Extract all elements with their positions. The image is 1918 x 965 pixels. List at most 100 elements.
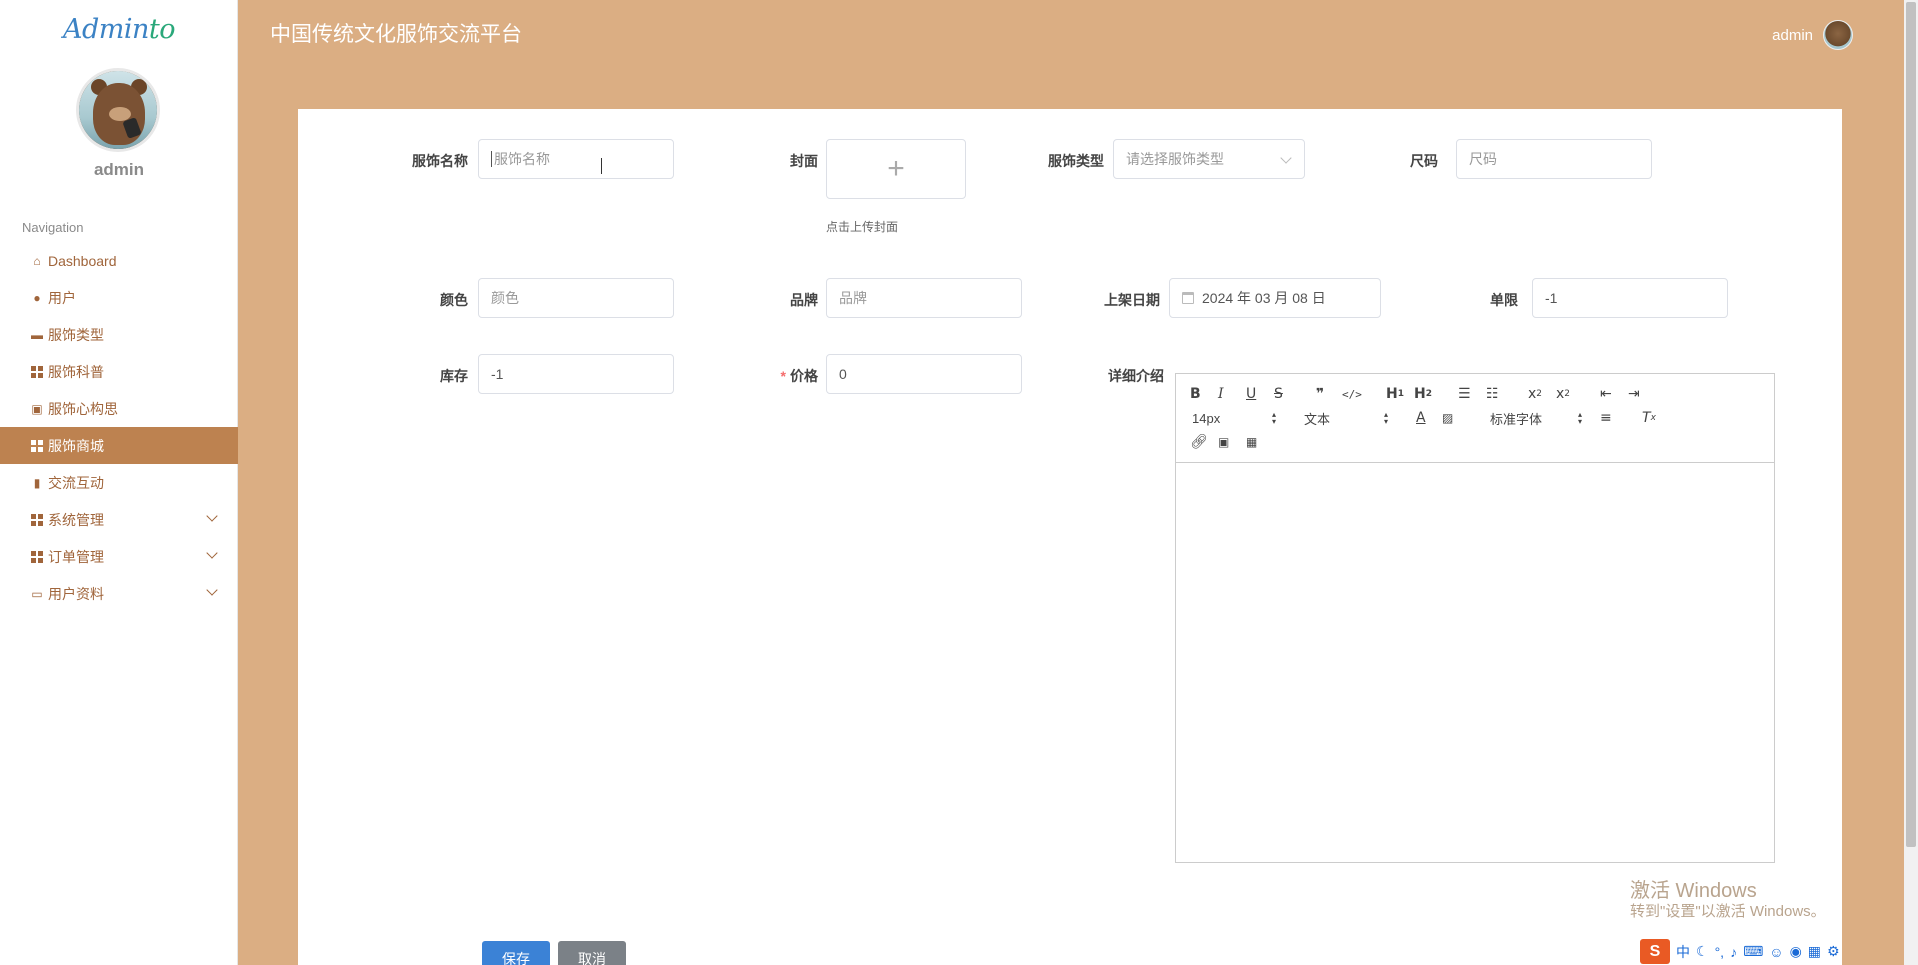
font-color-icon[interactable]: A <box>1416 408 1426 428</box>
moon-icon[interactable]: ☾ <box>1696 943 1709 960</box>
punctuation-icon[interactable]: °, <box>1715 944 1725 960</box>
keyboard-icon[interactable]: ⌨ <box>1743 943 1763 960</box>
detail-label: 详细介绍 <box>1108 368 1164 384</box>
clipboard-icon: ▣ <box>31 401 43 416</box>
indent-icon[interactable]: ⇥ <box>1628 384 1640 404</box>
sogou-ime-icon[interactable]: S <box>1640 939 1670 964</box>
sidebar-item-users[interactable]: ● 用户 <box>0 279 238 316</box>
updown-icon: ▴ ▾ <box>1383 410 1388 426</box>
id-card-icon: ▭ <box>31 586 43 601</box>
brand-input[interactable]: 品牌 <box>826 278 1022 318</box>
heading1-icon[interactable]: H1 <box>1386 384 1404 404</box>
sidebar-avatar[interactable] <box>76 68 160 152</box>
sidebar-item-label: 订单管理 <box>48 548 104 565</box>
app-logo[interactable]: Adminto <box>0 14 238 45</box>
price-input[interactable]: 0 <box>826 354 1022 394</box>
image-icon[interactable]: ▣ <box>1218 432 1229 452</box>
calendar-icon <box>1182 292 1194 304</box>
sidebar-nav: ⌂ Dashboard ● 用户 ▬ 服饰类型 服饰科普 ▣ 服饰心构思 服饰商… <box>0 242 238 612</box>
clear-format-icon[interactable]: Tx <box>1642 408 1656 428</box>
grid-icon <box>30 513 44 527</box>
sidebar-item-label: 服饰心构思 <box>48 400 118 417</box>
sidebar-item-clothing-mall[interactable]: 服饰商城 <box>0 427 238 464</box>
chevron-down-icon <box>206 547 218 559</box>
date-value: 2024 年 03 月 08 日 <box>1202 290 1326 306</box>
font-size-select[interactable]: 14px ▴ ▾ <box>1192 408 1276 428</box>
ordered-list-icon[interactable]: ☰ <box>1458 384 1471 404</box>
sidebar-username: admin <box>93 160 145 179</box>
align-icon[interactable]: ≡ <box>1600 408 1612 428</box>
save-button[interactable]: 保存 <box>482 941 550 965</box>
type-select[interactable]: 请选择服饰类型 <box>1113 139 1305 179</box>
sidebar-item-clothing-types[interactable]: ▬ 服饰类型 <box>0 316 238 353</box>
stock-input[interactable]: -1 <box>478 354 674 394</box>
sidebar-item-system[interactable]: 系统管理 <box>0 501 238 538</box>
font-size-value: 14px <box>1192 410 1221 426</box>
user-icon: ● <box>33 290 41 305</box>
sidebar-item-label: Dashboard <box>48 252 117 269</box>
background-color-icon[interactable]: ▨ <box>1442 408 1453 428</box>
price-value: 0 <box>839 366 847 382</box>
code-block-icon[interactable]: </> <box>1342 384 1362 404</box>
header-user-menu[interactable]: admin <box>1772 20 1853 50</box>
page-title: 中国传统文化服饰交流平台 <box>270 23 522 46</box>
block-type-value: 文本 <box>1304 411 1331 427</box>
sidebar-item-orders[interactable]: 订单管理 <box>0 538 238 575</box>
size-label: 尺码 <box>1410 153 1438 169</box>
block-type-select[interactable]: 文本 ▴ ▾ <box>1304 408 1388 428</box>
editor-content-area[interactable] <box>1176 463 1774 862</box>
gear-icon[interactable]: ⚙ <box>1827 943 1840 960</box>
strikethrough-icon[interactable]: S <box>1274 384 1283 404</box>
avatar[interactable] <box>1823 20 1853 50</box>
cover-upload-button[interactable]: + <box>826 139 966 199</box>
page-scrollbar[interactable] <box>1904 0 1918 965</box>
bold-icon[interactable]: B <box>1190 384 1201 404</box>
sidebar-item-clothing-knowledge[interactable]: 服饰科普 <box>0 353 238 390</box>
skin-icon[interactable]: ☺ <box>1769 944 1783 960</box>
outdent-icon[interactable]: ⇤ <box>1600 384 1612 404</box>
blockquote-icon[interactable]: ❞ <box>1316 384 1324 404</box>
type-placeholder: 请选择服饰类型 <box>1126 151 1224 167</box>
sidebar-item-label: 用户资料 <box>48 585 104 602</box>
subscript-icon[interactable]: x2 <box>1528 384 1542 404</box>
date-picker[interactable]: 2024 年 03 月 08 日 <box>1169 278 1381 318</box>
size-placeholder: 尺码 <box>1469 151 1497 167</box>
brand-label: 品牌 <box>790 292 818 308</box>
cancel-button[interactable]: 取消 <box>558 941 626 965</box>
sidebar: Adminto admin Navigation ⌂ Dashboard ● 用… <box>0 0 238 965</box>
scrollbar-thumb[interactable] <box>1906 2 1916 847</box>
sidebar-item-dashboard[interactable]: ⌂ Dashboard <box>0 242 238 279</box>
link-icon[interactable]: 🔗︎ <box>1190 432 1208 452</box>
limit-input[interactable]: -1 <box>1532 278 1728 318</box>
font-family-select[interactable]: 标准字体 ▴ ▾ <box>1490 408 1582 428</box>
grid-icon <box>30 439 44 453</box>
required-mark: * <box>780 368 786 384</box>
price-label-text: 价格 <box>790 368 818 384</box>
grid-icon[interactable]: ▦ <box>1808 943 1821 960</box>
color-input[interactable]: 颜色 <box>478 278 674 318</box>
gamepad-icon[interactable]: ◉ <box>1790 943 1802 960</box>
text-cursor-icon <box>601 158 608 174</box>
sidebar-item-profile[interactable]: ▭ 用户资料 <box>0 575 238 612</box>
superscript-icon[interactable]: x2 <box>1556 384 1570 404</box>
name-label: 服饰名称 <box>412 153 468 169</box>
underline-icon[interactable]: U <box>1246 384 1256 404</box>
italic-icon[interactable]: I <box>1218 384 1224 404</box>
type-label: 服饰类型 <box>1048 153 1104 169</box>
size-input[interactable]: 尺码 <box>1456 139 1652 179</box>
cover-upload-tip: 点击上传封面 <box>826 220 899 234</box>
heading2-icon[interactable]: H2 <box>1414 384 1432 404</box>
sidebar-item-label: 用户 <box>48 289 76 306</box>
video-icon[interactable]: ▦ <box>1246 432 1257 452</box>
sidebar-item-label: 交流互动 <box>48 474 104 491</box>
microphone-icon[interactable]: ♪ <box>1730 944 1737 960</box>
grid-icon <box>30 550 44 564</box>
sidebar-item-label: 服饰商城 <box>48 437 104 454</box>
ime-mode-label[interactable]: 中 <box>1676 942 1690 962</box>
sidebar-item-label: 服饰科普 <box>48 363 104 380</box>
sidebar-item-interaction[interactable]: ▮ 交流互动 <box>0 464 238 501</box>
name-input[interactable]: 服饰名称 <box>478 139 674 179</box>
bullet-list-icon[interactable]: ☷ <box>1486 384 1499 404</box>
sidebar-item-clothing-ideas[interactable]: ▣ 服饰心构思 <box>0 390 238 427</box>
briefcase-icon: ▬ <box>31 327 43 342</box>
